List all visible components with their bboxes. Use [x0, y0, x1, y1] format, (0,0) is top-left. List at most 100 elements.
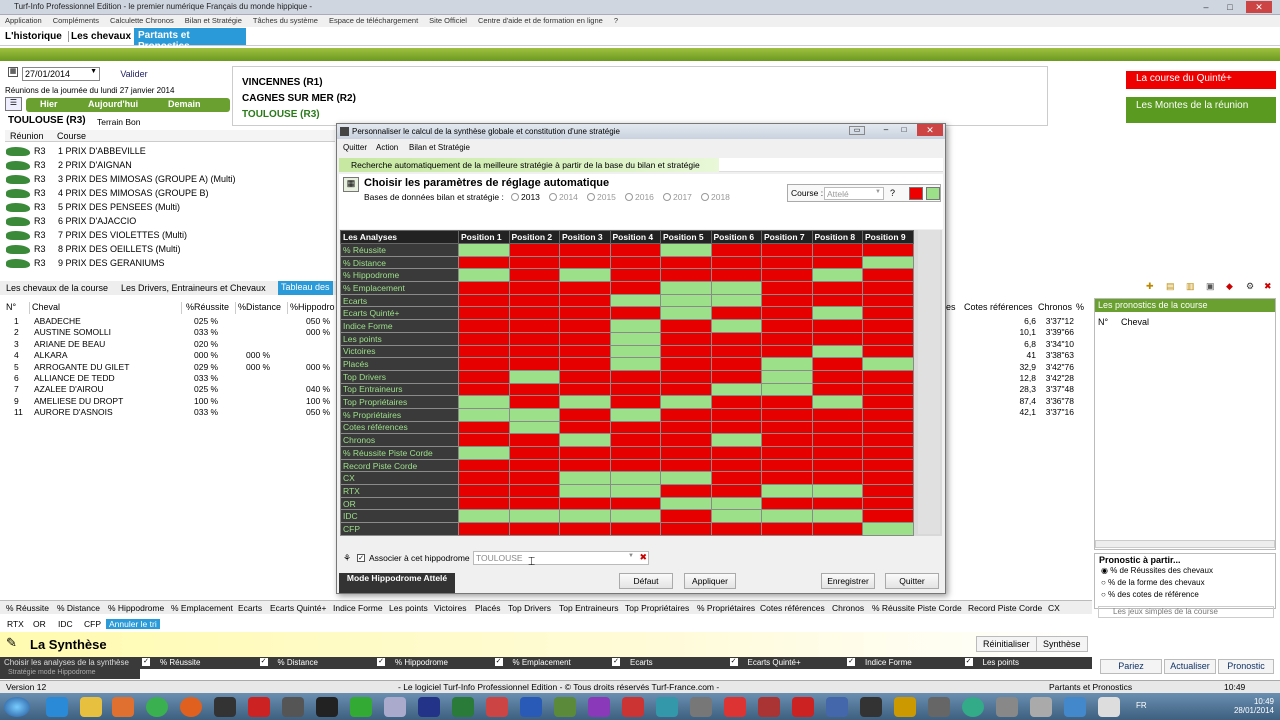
word-icon[interactable]	[520, 697, 542, 717]
analysis-tab[interactable]: % Emplacement	[171, 603, 233, 613]
grid-cell[interactable]	[559, 255, 611, 270]
grid-cell[interactable]	[710, 509, 762, 524]
grid-cell[interactable]	[761, 522, 813, 536]
grid-row-label[interactable]: % Propriétaires	[340, 407, 459, 422]
grid-cell[interactable]	[811, 484, 863, 498]
grid-cell[interactable]	[609, 369, 661, 384]
analysis-tab[interactable]: RTX	[7, 619, 24, 629]
grid-cell[interactable]	[710, 471, 762, 486]
grid-cell[interactable]	[761, 268, 813, 283]
grid-cell[interactable]	[862, 306, 914, 321]
grid-cell[interactable]	[862, 471, 914, 486]
analysis-tab[interactable]: IDC	[58, 619, 73, 629]
grid-cell[interactable]	[609, 255, 661, 270]
hier-button[interactable]: Hier	[40, 99, 58, 109]
grid-cell[interactable]	[508, 420, 560, 435]
grid-cell[interactable]	[609, 293, 661, 308]
table-row[interactable]: 32,9 3'42"76	[946, 362, 1092, 373]
grid-cell[interactable]	[660, 509, 712, 524]
list-item[interactable]: R3 6 PRIX D'AJACCIO	[6, 215, 326, 229]
grid-cell[interactable]	[458, 458, 510, 473]
table-row[interactable]: 10,1 3'39"66	[946, 327, 1092, 338]
list-item[interactable]: R3 5 PRIX DES PENSEES (Multi)	[6, 201, 326, 215]
grid-cell[interactable]	[458, 357, 510, 371]
grid-cell[interactable]	[660, 471, 712, 486]
radio-icon[interactable]	[701, 193, 709, 201]
grid-cell[interactable]	[761, 382, 813, 397]
grid-cell[interactable]	[761, 331, 813, 346]
analysis-tab[interactable]: % Distance	[57, 603, 100, 613]
grid-cell[interactable]	[609, 420, 661, 435]
grid-cell[interactable]	[609, 407, 661, 422]
grid-cell[interactable]	[458, 446, 510, 460]
grid-cell[interactable]	[660, 344, 712, 359]
grid-cell[interactable]	[710, 458, 762, 473]
grid-cell[interactable]	[458, 344, 510, 359]
grid-cell[interactable]	[811, 344, 863, 359]
grid-cell[interactable]	[811, 255, 863, 270]
analysis-tab[interactable]: % Réussite Piste Corde	[872, 603, 962, 613]
grid-cell[interactable]	[710, 496, 762, 511]
grid-cell[interactable]	[458, 522, 510, 536]
list-item[interactable]: R3 9 PRIX DES GERANIUMS	[6, 257, 326, 271]
grid-cell[interactable]	[761, 344, 813, 359]
year-2014[interactable]: 2014	[549, 192, 578, 202]
grid-cell[interactable]	[811, 395, 863, 409]
grid-cell[interactable]	[811, 496, 863, 511]
grid-cell[interactable]	[458, 407, 510, 422]
pron-scrollbar[interactable]	[1095, 540, 1275, 548]
gift-icon[interactable]: ◆	[1226, 281, 1233, 292]
app-icon[interactable]	[724, 697, 746, 717]
grid-row-label[interactable]: Ecarts Quinté+	[340, 306, 459, 321]
grid-cell[interactable]	[609, 522, 661, 536]
app-icon[interactable]	[1098, 697, 1120, 717]
grid-cell[interactable]	[710, 268, 762, 283]
grid-cell[interactable]	[862, 293, 914, 308]
app-icon[interactable]	[962, 697, 984, 717]
restore-icon[interactable]: ▭	[849, 126, 865, 135]
app-icon[interactable]	[826, 697, 848, 717]
grid-cell[interactable]	[710, 243, 762, 257]
analysis-tab[interactable]: Ecarts Quinté+	[270, 603, 326, 613]
grid-cell[interactable]	[862, 255, 914, 270]
grid-cell[interactable]	[761, 420, 813, 435]
dialog-menu-action[interactable]: Action	[376, 143, 398, 152]
actualiser-button[interactable]: Actualiser	[1164, 659, 1216, 674]
table-row[interactable]: 87,4 3'36"78	[946, 396, 1092, 407]
menu-item[interactable]: Compléments	[53, 15, 99, 27]
grid-cell[interactable]	[761, 509, 813, 524]
minimize-icon[interactable]: –	[879, 126, 893, 135]
grid-cell[interactable]	[609, 496, 661, 511]
grid-row-label[interactable]: % Réussite Piste Corde	[340, 446, 459, 460]
folder-icon[interactable]: ▤	[1166, 281, 1175, 292]
analysis-tab[interactable]: Placés	[475, 603, 501, 613]
grid-cell[interactable]	[660, 382, 712, 397]
maximize-icon[interactable]: □	[897, 126, 911, 135]
grid-cell[interactable]	[508, 446, 560, 460]
montes-link[interactable]: Les Montes de la réunion	[1126, 97, 1276, 123]
print-icon[interactable]: ▣	[1206, 281, 1215, 292]
ie-icon[interactable]	[46, 697, 68, 717]
grid-cell[interactable]	[559, 522, 611, 536]
grid-cell[interactable]	[559, 344, 611, 359]
grid-cell[interactable]	[559, 357, 611, 371]
enregistrer-button[interactable]: Enregistrer	[821, 573, 875, 589]
grid-cell[interactable]	[508, 268, 560, 283]
analysis-tab[interactable]: Top Drivers	[508, 603, 551, 613]
grid-cell[interactable]	[508, 407, 560, 422]
analysis-tab[interactable]: CX	[1048, 603, 1060, 613]
grid-cell[interactable]	[609, 458, 661, 473]
grid-cell[interactable]	[811, 319, 863, 333]
grid-cell[interactable]	[811, 471, 863, 486]
grid-cell[interactable]	[660, 458, 712, 473]
radio-icon[interactable]	[625, 193, 633, 201]
table-row[interactable]: 7 AZALEE D'AIROU 025 % 040 %	[0, 384, 336, 395]
new-icon[interactable]: ✚	[1146, 281, 1154, 292]
checkbox-icon[interactable]: ✓	[847, 658, 855, 666]
menu-item[interactable]: Centre d'aide et de formation en ligne	[478, 15, 603, 27]
help-icon[interactable]: ?	[890, 188, 895, 198]
grid-cell[interactable]	[811, 446, 863, 460]
grid-row-label[interactable]: OR	[340, 496, 459, 511]
checkbox-icon[interactable]: ✓	[494, 658, 503, 666]
grid-cell[interactable]	[609, 357, 661, 371]
